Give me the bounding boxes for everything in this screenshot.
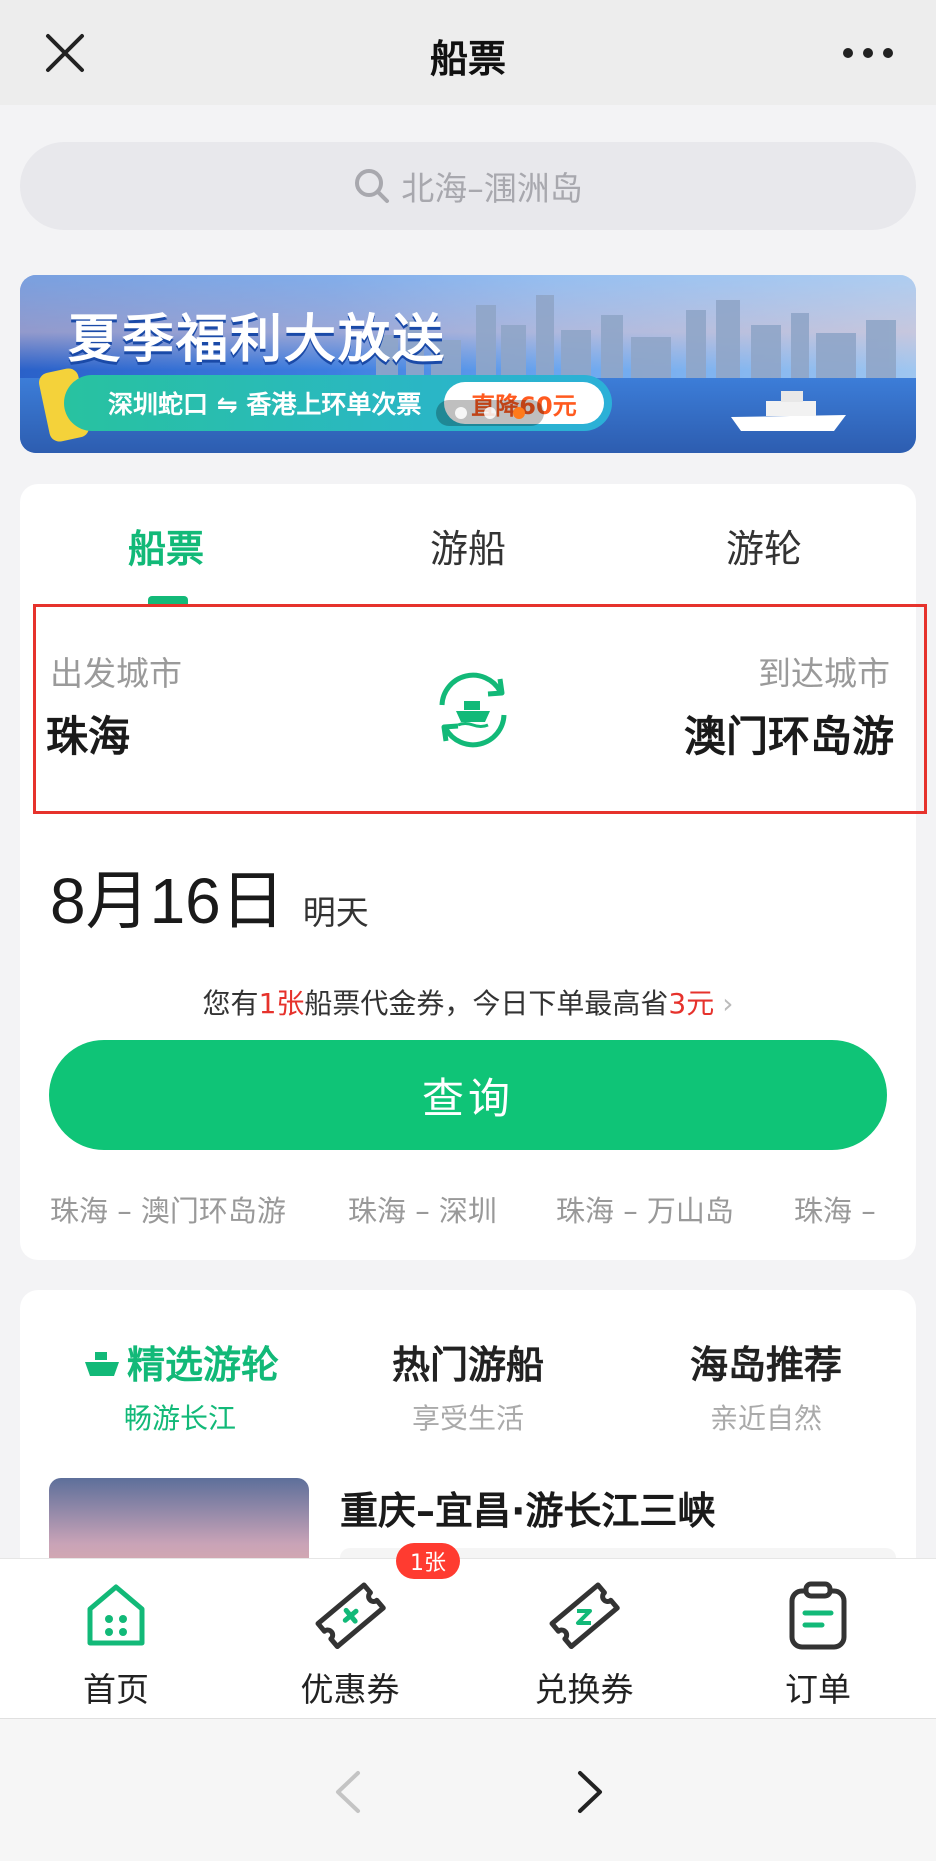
coupon-icon — [315, 1582, 386, 1650]
swap-route-icon[interactable] — [430, 667, 516, 753]
search-icon — [355, 169, 390, 203]
category-cruise[interactable]: 精选游轮 畅游长江 — [50, 1334, 310, 1437]
departure-label: 出发城市 — [50, 654, 182, 693]
page-title: 船票 — [429, 37, 506, 81]
yacht-image — [731, 391, 846, 431]
history-route[interactable]: 珠海 – 澳门环岛游 — [50, 1188, 286, 1230]
departure-date[interactable]: 8月16日 明天 — [50, 850, 369, 942]
booking-card: 船票 游船 游轮 出发城市 珠海 到达城市 澳门环岛游 8月16日 明天 您有1… — [20, 484, 927, 1260]
category-subtitle: 亲近自然 — [709, 1402, 822, 1435]
date-value: 8月16日 — [50, 865, 285, 937]
banner-headline: 夏季福利大放送 — [68, 310, 447, 370]
category-boat-tour[interactable]: 热门游船 享受生活 — [338, 1334, 598, 1437]
nav-coupons[interactable]: 优惠券 — [280, 1575, 420, 1711]
title-bar: 船票 — [0, 0, 936, 105]
route-selector: 出发城市 珠海 到达城市 澳门环岛游 — [33, 604, 927, 814]
forward-arrow-icon[interactable] — [572, 1767, 608, 1817]
exchange-ticket-icon — [549, 1582, 620, 1650]
active-tab-indicator — [148, 596, 188, 604]
nav-exchange[interactable]: 兑换券 — [514, 1575, 654, 1711]
coupon-notice[interactable]: 您有1张船票代金券，今日下单最高省3元 › — [20, 982, 916, 1022]
arrival-city[interactable]: 澳门环岛游 — [684, 703, 894, 764]
date-weekday: 明天 — [302, 893, 369, 932]
category-title: 热门游船 — [391, 1343, 544, 1387]
recommendation-card: 精选游轮 畅游长江 热门游船 享受生活 海岛推荐 亲近自然 重庆–宜昌·游长江三… — [20, 1290, 916, 1590]
category-island[interactable]: 海岛推荐 亲近自然 — [636, 1334, 896, 1437]
departure-city[interactable]: 珠海 — [46, 703, 130, 764]
home-icon — [87, 1584, 145, 1646]
ticket-type-tabs: 船票 游船 游轮 — [20, 484, 916, 604]
search-input[interactable]: 北海–涠洲岛 — [20, 142, 916, 230]
category-title: 海岛推荐 — [689, 1343, 842, 1387]
category-title: 精选游轮 — [126, 1343, 279, 1387]
carousel-indicator — [436, 400, 544, 426]
browser-toolbar — [0, 1718, 936, 1861]
coupon-prefix: 您有 — [202, 987, 259, 1020]
coupon-text: 船票代金券，今日下单最高省 — [304, 987, 669, 1020]
history-route[interactable]: 珠海 – 万山岛 — [556, 1188, 734, 1230]
coupon-count: 1张 — [258, 987, 305, 1020]
tab-ferry-ticket[interactable]: 船票 — [128, 518, 204, 573]
category-subtitle: 享受生活 — [411, 1402, 524, 1435]
arrival-label: 到达城市 — [758, 654, 890, 693]
nav-home[interactable]: 首页 — [46, 1575, 186, 1711]
banner-route: 深圳蛇口 ⇋ 香港上环单次票 — [108, 390, 422, 419]
nav-label: 优惠券 — [300, 1670, 400, 1709]
search-placeholder: 北海–涠洲岛 — [401, 169, 583, 208]
nav-label: 首页 — [83, 1670, 149, 1709]
chevron-right-icon: › — [722, 987, 734, 1020]
nav-label: 订单 — [785, 1670, 851, 1709]
tab-boat-tour[interactable]: 游船 — [430, 518, 506, 573]
nav-orders[interactable]: 订单 — [748, 1575, 888, 1711]
history-route[interactable]: 珠海 – 深圳 — [348, 1188, 497, 1230]
tab-cruise[interactable]: 游轮 — [726, 518, 802, 573]
back-arrow-icon[interactable] — [330, 1767, 366, 1817]
category-subtitle: 畅游长江 — [123, 1402, 236, 1435]
search-button[interactable]: 查询 — [49, 1040, 887, 1150]
history-route[interactable]: 珠海 – — [794, 1188, 876, 1230]
bottom-nav: 首页 优惠券 1张 兑换券 订单 — [0, 1543, 936, 1718]
coupon-count-badge: 1张 — [396, 1543, 460, 1579]
nav-label: 兑换券 — [534, 1670, 634, 1709]
promo-banner[interactable]: 夏季福利大放送 深圳蛇口 ⇋ 香港上环单次票 直降60元 — [20, 275, 916, 453]
more-icon[interactable] — [838, 40, 898, 66]
cruise-title[interactable]: 重庆–宜昌·游长江三峡 — [340, 1480, 715, 1535]
ship-icon — [84, 1352, 119, 1376]
order-icon — [789, 1581, 847, 1650]
coupon-amount: 3元 — [668, 987, 715, 1020]
